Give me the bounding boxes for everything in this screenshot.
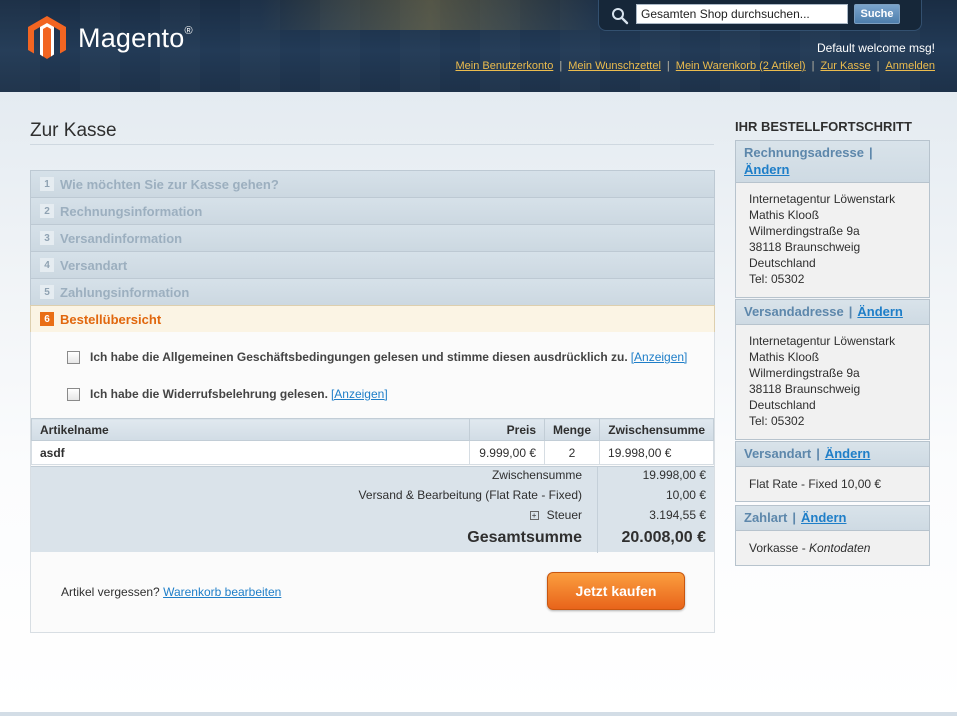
progress-shipping: Versandadresse | Ändern Internetagentur Lö… bbox=[735, 299, 930, 440]
search-bar: Suche bbox=[598, 0, 922, 31]
col-qty: Menge bbox=[543, 418, 601, 441]
link-cart[interactable]: Mein Warenkorb (2 Artikel) bbox=[676, 60, 806, 72]
search-button[interactable]: Suche bbox=[854, 4, 900, 24]
footer-line bbox=[0, 712, 957, 716]
site-header: Magento® Suche Default welcome msg! Mein… bbox=[0, 0, 957, 92]
step-label: Versandart bbox=[60, 257, 128, 273]
title-divider bbox=[30, 144, 714, 145]
withdrawal-label: Ich habe die Widerrufsbelehrung gelesen. bbox=[90, 387, 328, 401]
terms-label: Ich habe die Allgemeinen Geschäftsbeding… bbox=[90, 350, 628, 364]
cell-price: 9.999,00 € bbox=[469, 440, 545, 465]
terms-view-link[interactable]: [Anzeigen] bbox=[631, 350, 688, 364]
page-title: Zur Kasse bbox=[30, 120, 117, 141]
header-highlight bbox=[260, 0, 600, 30]
step-shipping-method[interactable]: 4 Versandart bbox=[30, 251, 715, 278]
step-shipping[interactable]: 3 Versandinformation bbox=[30, 224, 715, 251]
step-checkout-method[interactable]: 1 Wie möchten Sie zur Kasse gehen? bbox=[30, 170, 715, 197]
progress-title: IHR BESTELLFORTSCHRITT bbox=[735, 119, 912, 134]
top-links: Mein Benutzerkonto | Mein Wunschzettel |… bbox=[455, 60, 935, 72]
step-label: Versandinformation bbox=[60, 230, 183, 246]
logo-text: Magento® bbox=[78, 22, 193, 53]
totals-subtotal: Zwischensumme 19.998,00 € bbox=[491, 468, 706, 482]
magento-logo[interactable]: Magento® bbox=[26, 14, 193, 62]
progress-shipping-method: Versandart | Ändern Flat Rate - Fixed 10,0… bbox=[735, 441, 930, 502]
link-checkout[interactable]: Zur Kasse bbox=[820, 60, 870, 72]
table-row: asdf 9.999,00 € 2 19.998,00 € bbox=[31, 440, 714, 465]
totals-tax: + Steuer 3.194,55 € bbox=[31, 508, 706, 522]
order-review: Ich habe die Allgemeinen Geschäftsbeding… bbox=[30, 332, 715, 633]
search-icon bbox=[612, 8, 629, 25]
search-input[interactable] bbox=[636, 4, 848, 24]
cell-qty: 2 bbox=[543, 440, 601, 465]
order-items-table: Artikelname Preis Menge Zwischensumme as… bbox=[31, 418, 714, 465]
withdrawal-view-link[interactable]: [Anzeigen] bbox=[331, 387, 388, 401]
agreement-terms: Ich habe die Allgemeinen Geschäftsbeding… bbox=[67, 350, 687, 364]
withdrawal-checkbox[interactable] bbox=[67, 387, 80, 401]
link-account[interactable]: Mein Benutzerkonto bbox=[455, 60, 553, 72]
checkout-steps: 1 Wie möchten Sie zur Kasse gehen? 2 Rec… bbox=[30, 170, 715, 332]
welcome-message: Default welcome msg! bbox=[816, 41, 935, 55]
step-number: 5 bbox=[40, 285, 54, 299]
step-label: Wie möchten Sie zur Kasse gehen? bbox=[60, 176, 279, 192]
step-label: Zahlungsinformation bbox=[60, 284, 190, 300]
edit-payment-link[interactable]: Ändern bbox=[801, 510, 847, 525]
step-number: 4 bbox=[40, 258, 54, 272]
place-order-button[interactable]: Jetzt kaufen bbox=[547, 572, 685, 610]
magento-logo-icon bbox=[28, 16, 66, 59]
cell-product-name: asdf bbox=[31, 440, 470, 465]
step-label: Bestellübersicht bbox=[60, 311, 162, 327]
table-header-row: Artikelname Preis Menge Zwischensumme bbox=[31, 418, 714, 441]
link-wishlist[interactable]: Mein Wunschzettel bbox=[568, 60, 661, 72]
totals-shipping: Versand & Bearbeitung (Flat Rate - Fixed… bbox=[358, 488, 706, 502]
edit-billing-link[interactable]: Ändern bbox=[744, 162, 790, 177]
step-number: 3 bbox=[40, 231, 54, 245]
link-login[interactable]: Anmelden bbox=[885, 60, 935, 72]
cell-subtotal: 19.998,00 € bbox=[599, 440, 714, 465]
step-payment[interactable]: 5 Zahlungsinformation bbox=[30, 278, 715, 305]
agreement-withdrawal: Ich habe die Widerrufsbelehrung gelesen.… bbox=[67, 387, 388, 401]
col-product-name: Artikelname bbox=[31, 418, 470, 441]
edit-shipping-link[interactable]: Ändern bbox=[857, 304, 903, 319]
step-review[interactable]: 6 Bestellübersicht bbox=[30, 305, 715, 332]
step-number: 1 bbox=[40, 177, 54, 191]
totals-grand: Gesamtsumme 20.008,00 € bbox=[467, 529, 706, 546]
col-subtotal: Zwischensumme bbox=[599, 418, 714, 441]
expand-tax-icon[interactable]: + bbox=[529, 511, 539, 521]
progress-payment: Zahlart | Ändern Vorkasse - Kontodaten bbox=[735, 505, 930, 566]
forgot-items: Artikel vergessen? Warenkorb bearbeiten bbox=[61, 585, 282, 599]
step-number: 2 bbox=[40, 204, 54, 218]
progress-billing: Rechnungsadresse | Ändern Internetagentur… bbox=[735, 140, 930, 298]
step-billing[interactable]: 2 Rechnungsinformation bbox=[30, 197, 715, 224]
edit-cart-link[interactable]: Warenkorb bearbeiten bbox=[163, 585, 281, 599]
order-totals: Zwischensumme 19.998,00 € Versand & Bear… bbox=[31, 466, 714, 553]
col-price: Preis bbox=[469, 418, 545, 441]
terms-checkbox[interactable] bbox=[67, 350, 80, 364]
step-number: 6 bbox=[40, 312, 54, 326]
edit-shipping-method-link[interactable]: Ändern bbox=[825, 446, 871, 461]
step-label: Rechnungsinformation bbox=[60, 203, 203, 219]
